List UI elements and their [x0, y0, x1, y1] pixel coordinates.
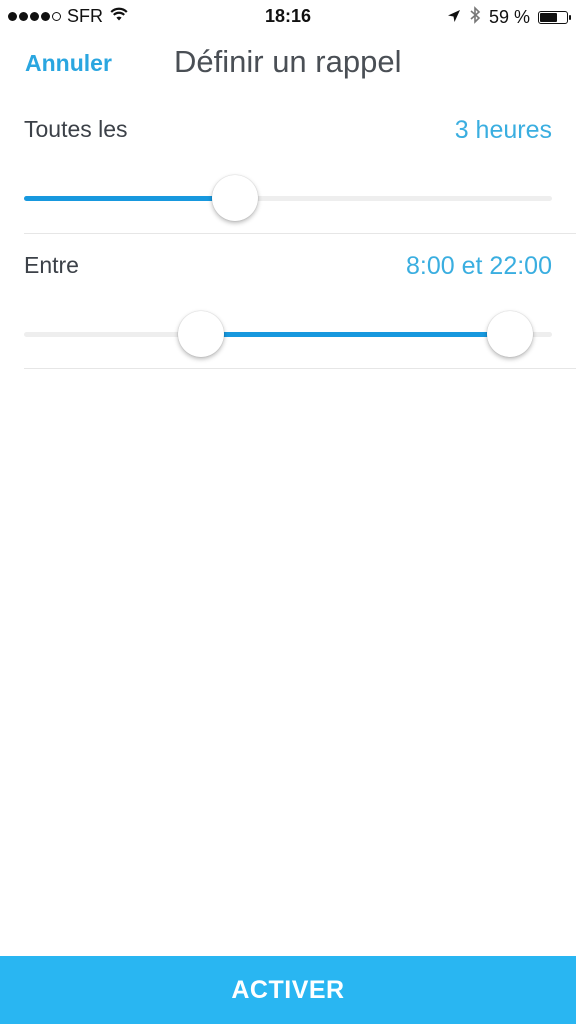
battery-level [540, 13, 557, 22]
location-arrow-icon [447, 7, 461, 28]
page-title: Définir un rappel [174, 44, 402, 79]
range-value: 8:00 et 22:00 [406, 252, 552, 280]
interval-value: 3 heures [454, 116, 552, 144]
bluetooth-icon [469, 6, 481, 29]
time-range-slider[interactable] [24, 311, 552, 357]
battery-percentage: 59 % [488, 7, 530, 27]
divider [24, 233, 576, 234]
range-start-thumb[interactable] [177, 311, 224, 357]
nav-bar: Annuler Définir un rappel [0, 32, 576, 96]
range-end-thumb[interactable] [486, 311, 533, 357]
status-bar: SFR 18:16 59 % [0, 0, 576, 32]
activate-button[interactable]: ACTIVER [0, 956, 576, 1024]
range-slider-fill [200, 332, 510, 337]
cancel-button[interactable]: Annuler [25, 50, 112, 77]
interval-label: Toutes les [24, 116, 128, 142]
interval-slider-fill [24, 196, 236, 201]
range-label: Entre [24, 252, 79, 278]
divider [24, 368, 576, 369]
interval-slider[interactable] [24, 175, 552, 221]
status-bar-right: 59 % [447, 6, 571, 29]
battery-icon [538, 11, 571, 24]
interval-setting: Toutes les 3 heures [24, 116, 552, 226]
interval-slider-thumb[interactable] [212, 175, 259, 221]
time-range-setting: Entre 8:00 et 22:00 [24, 252, 552, 362]
